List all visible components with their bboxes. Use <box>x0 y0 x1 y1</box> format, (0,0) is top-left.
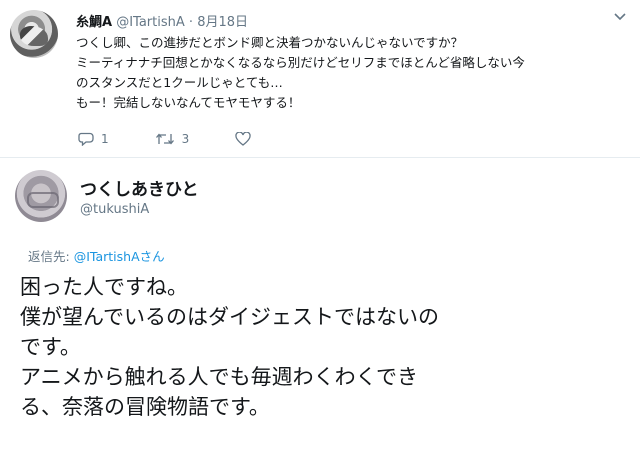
reply-to-link[interactable]: @ITartishAさん <box>74 249 165 264</box>
tweet-text-line: です。 <box>20 335 81 359</box>
retweet-count: 3 <box>181 132 190 146</box>
tweet-text-line: のスタンスだと1クールじゃとても… <box>76 75 283 90</box>
tweet-text-line: アニメから触れる人でも毎週わくわくでき <box>20 365 418 389</box>
tweet-actions: 1 3 <box>78 132 304 146</box>
reply-count: 1 <box>101 132 109 146</box>
tweet-text-line: つくし卿、この進捗だとボンド卿と決着つかないんじゃないですか？ <box>76 35 464 50</box>
separator-dot: · <box>188 15 194 30</box>
tweet-ITartishA[interactable]: 糸鯛A @ITartishA · 8月18日 つくし卿、この進捗だとボンド卿と決… <box>0 0 640 158</box>
tweet-text-line: 僕が望んでいるのはダイジェストではないの <box>20 305 439 329</box>
avatar[interactable] <box>10 10 58 58</box>
user-name[interactable]: つくしあきひと <box>80 175 199 200</box>
tweet-date[interactable]: 8月18日 <box>197 15 248 30</box>
like-button[interactable] <box>235 132 258 146</box>
retweet-button[interactable]: 3 <box>155 132 190 146</box>
reply-button[interactable]: 1 <box>78 132 109 146</box>
divider <box>0 157 640 158</box>
tweet-text-line: もー！完結しないなんてモヤモヤする！ <box>76 95 301 110</box>
tweet-header: 糸鯛A @ITartishA · 8月18日 <box>76 11 248 30</box>
tweet-text: つくし卿、この進捗だとボンド卿と決着つかないんじゃないですか？ ミーティナナチ回… <box>76 33 624 113</box>
more-chevron-icon[interactable] <box>614 10 626 25</box>
like-icon <box>235 132 251 146</box>
reply-icon <box>78 132 94 146</box>
tweet-text-line: 困った人ですね。 <box>20 275 188 299</box>
retweet-icon <box>155 133 174 145</box>
tweet-text-line: ミーティナナチ回想とかなくなるなら別だけどセリフまでほとんど省略しない今 <box>76 55 525 70</box>
tweet-text: 困った人ですね。 僕が望んでいるのはダイジェストではないの です。 アニメから触… <box>20 272 630 422</box>
reply-prefix: 返信先: <box>28 249 70 264</box>
user-name[interactable]: 糸鯛A <box>76 15 112 30</box>
user-handle[interactable]: @tukushiA <box>80 202 149 217</box>
reply-context: 返信先: @ITartishAさん <box>28 246 165 265</box>
user-handle[interactable]: @ITartishA <box>116 15 185 30</box>
tweet-text-line: る、奈落の冒険物語です。 <box>20 395 270 419</box>
avatar[interactable] <box>15 170 67 222</box>
